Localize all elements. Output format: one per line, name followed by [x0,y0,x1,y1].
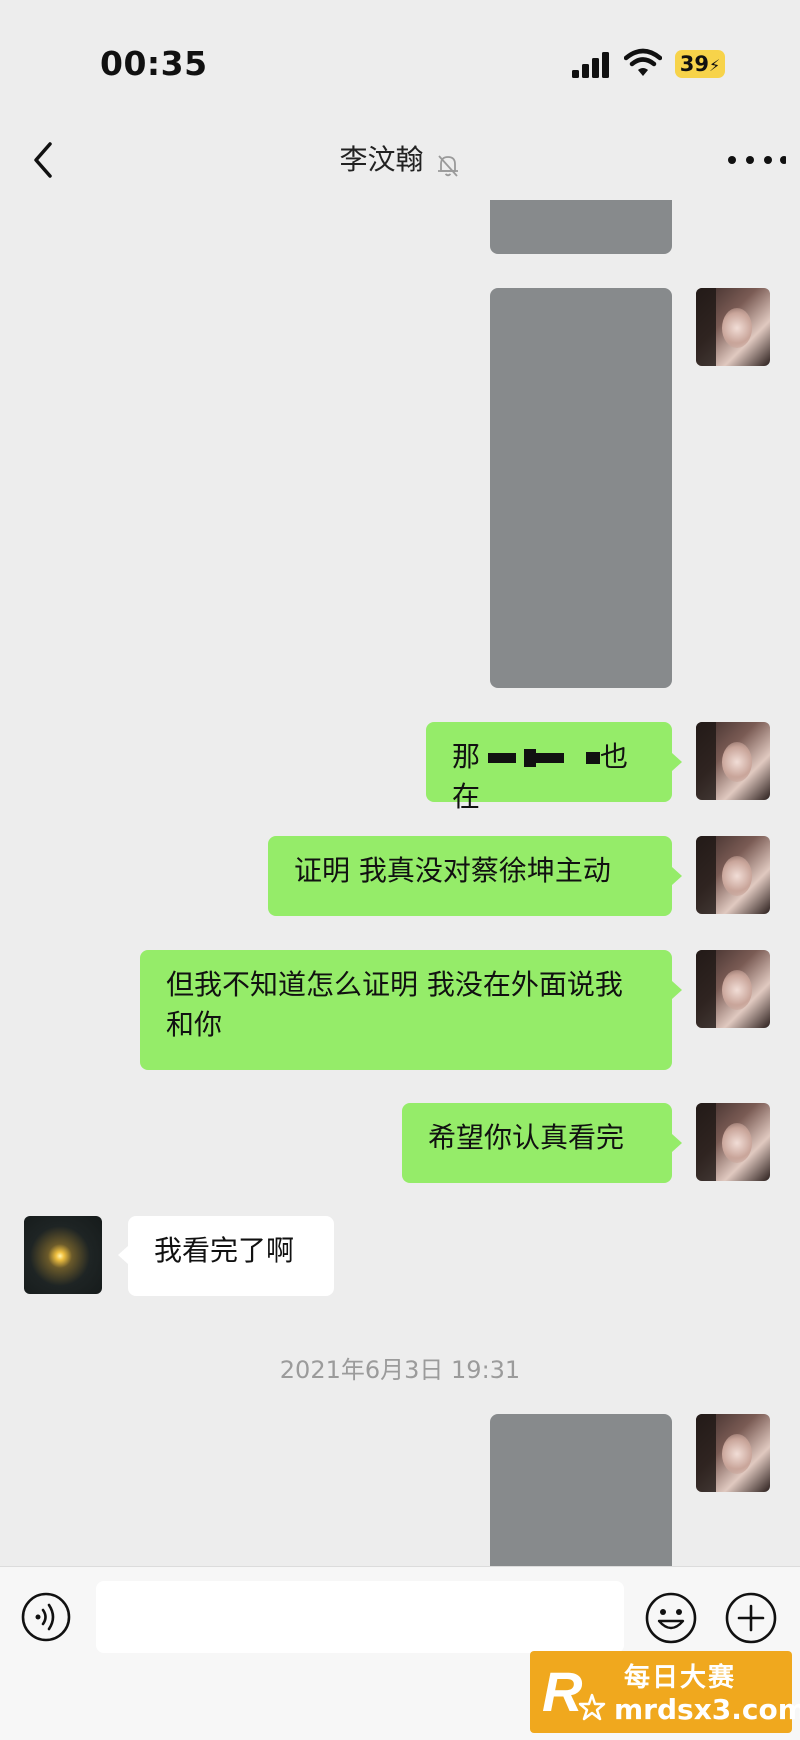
charging-bolt-icon: ⚡ [709,56,721,75]
my-text-message-3[interactable]: 那也在 [426,722,672,813]
my-text-message-4[interactable]: 证明 我真没对蔡徐坤主动 [268,836,672,916]
emoji-icon[interactable] [644,1591,698,1645]
message-text: 我看完了啊 [154,1234,295,1267]
image-message-2[interactable] [490,288,672,688]
battery-level: 39 [679,52,709,76]
status-time: 00:35 [100,44,208,83]
redaction-mark [536,753,565,763]
contact-avatar[interactable] [24,1216,102,1294]
chat-title: 李汶翰 [339,143,424,176]
watermark-logo-icon: R [542,1660,606,1723]
bubble-tail [672,981,682,999]
redaction-mark [586,752,601,764]
svg-text:R: R [542,1660,583,1723]
message-text-part-a: 那 [452,740,481,773]
bubble-tail [672,1134,682,1152]
my-text-message-6[interactable]: 希望你认真看完 [402,1103,672,1183]
voice-icon[interactable] [20,1591,72,1643]
more-button[interactable] [726,152,786,168]
message-text: 证明 我真没对蔡徐坤主动 [294,854,611,887]
battery-indicator: 39⚡ [675,50,725,78]
contact-text-message-7[interactable]: 我看完了啊 [128,1216,334,1296]
chat-title-wrap: 李汶翰 [0,138,800,178]
bubble-tail [118,1246,128,1264]
message-text: 但我不知道怎么证明 我没在外面说我和你 [166,968,623,1041]
watermark-title: 每日大赛 [624,1663,737,1693]
watermark-url: mrdsx3.com [614,1693,800,1726]
redaction-mark [488,753,517,763]
bell-off-icon [437,154,458,177]
site-watermark: R 每日大赛 mrdsx3.com [530,1651,800,1733]
wifi-icon [624,48,662,76]
bubble-tail [672,867,682,885]
chat-message-list[interactable]: 那也在 证明 我真没对蔡徐坤主动 但我不知道怎么证明 我没在外面说我和你 希望你… [0,200,800,1566]
my-text-message-5[interactable]: 但我不知道怎么证明 我没在外面说我和你 [140,950,672,1070]
timestamp-separator: 2021年6月3日 19:31 [279,1356,521,1384]
plus-icon[interactable] [724,1591,778,1645]
redaction-mark [524,749,537,767]
my-avatar[interactable] [696,722,770,800]
my-avatar[interactable] [696,1103,770,1181]
status-bar: 00:35 39⚡ [0,0,800,120]
bubble-tail [672,753,682,771]
image-message-1[interactable] [490,200,672,254]
my-avatar[interactable] [696,288,770,366]
message-text: 希望你认真看完 [428,1121,625,1154]
my-avatar[interactable] [696,950,770,1028]
my-avatar[interactable] [696,836,770,914]
chat-header: 李汶翰 [0,120,800,200]
message-text-input[interactable] [96,1581,624,1653]
cellular-signal-icon [572,52,609,78]
image-message-8[interactable] [490,1414,672,1566]
my-avatar[interactable] [696,1414,770,1492]
